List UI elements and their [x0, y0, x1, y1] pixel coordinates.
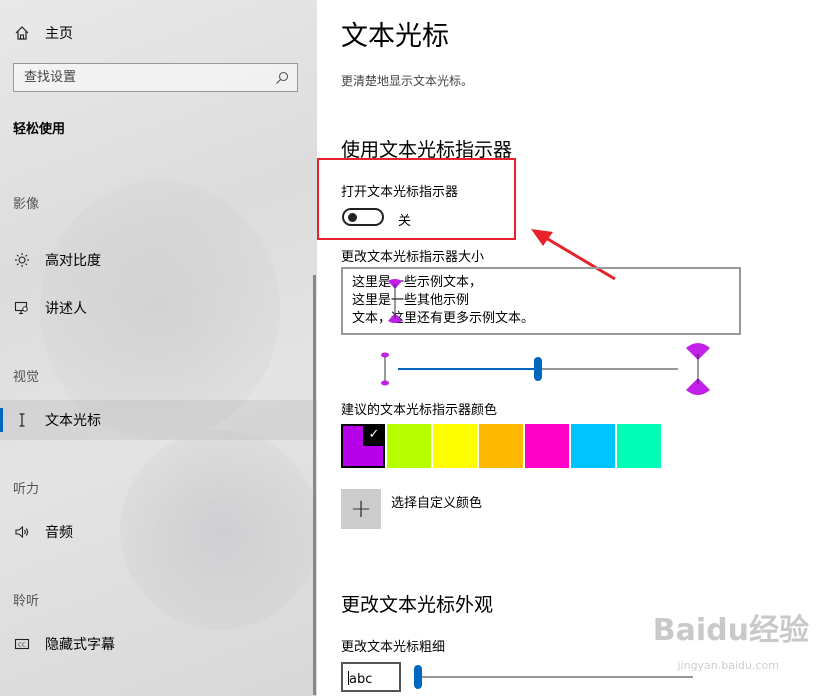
- section-label-hearing: 听力: [13, 482, 40, 497]
- thickness-preview-text: abc: [349, 672, 373, 687]
- section-title-appearance: 更改文本光标外观: [341, 594, 494, 616]
- section-label-interaction: 聆听: [13, 594, 40, 609]
- sidebar-item-label: 文本光标: [45, 413, 101, 429]
- sidebar-item-high-contrast[interactable]: 高对比度: [0, 240, 317, 280]
- colors-label: 建议的文本光标指示器颜色: [341, 403, 498, 418]
- add-custom-color-button[interactable]: +: [341, 489, 381, 529]
- thickness-preview-box: abc: [341, 662, 401, 692]
- thickness-slider-track[interactable]: [418, 676, 693, 678]
- nav-home-label: 主页: [45, 26, 73, 42]
- sidebar-item-label: 音频: [45, 525, 73, 541]
- size-slider-thumb[interactable]: [534, 357, 542, 381]
- thickness-label: 更改文本光标粗细: [341, 640, 446, 655]
- section-label-vision: 视觉: [13, 370, 40, 385]
- preview-line: 文本，这里还有更多示例文本。: [352, 311, 535, 326]
- sidebar-item-label: 讲述人: [45, 301, 87, 317]
- sidebar-item-label: 高对比度: [45, 253, 101, 269]
- size-label: 更改文本光标指示器大小: [341, 250, 485, 265]
- sidebar: 主页 轻松使用 影像 高对比度 讲述人 视觉 文本光标 听力 音频 聆听: [0, 0, 320, 696]
- color-swatch[interactable]: [617, 424, 661, 468]
- color-swatch[interactable]: [387, 424, 431, 468]
- small-indicator-icon: [381, 352, 389, 386]
- category-title: 轻松使用: [13, 122, 66, 137]
- preview-line: 这里是一些示例文本，: [352, 275, 483, 290]
- home-icon: [12, 25, 32, 41]
- watermark-logo: Baidu经验: [652, 613, 809, 648]
- sidebar-scrollbar[interactable]: [313, 275, 316, 695]
- preview-line: 这里是一些其他示例: [352, 293, 470, 308]
- color-swatch[interactable]: [433, 424, 477, 468]
- color-swatch[interactable]: ✓: [341, 424, 385, 468]
- search-input[interactable]: [14, 69, 266, 86]
- narrator-icon: [12, 300, 32, 316]
- nav-home[interactable]: 主页: [0, 13, 317, 53]
- section-label-vision: 影像: [13, 197, 40, 212]
- main-content: 文本光标 更清楚地显示文本光标。 使用文本光标指示器 打开文本光标指示器 关 更…: [317, 0, 823, 696]
- color-swatch[interactable]: [479, 424, 523, 468]
- thickness-slider-thumb[interactable]: [414, 665, 422, 689]
- sidebar-item-captions[interactable]: CC 隐藏式字幕: [0, 624, 317, 664]
- toggle-knob: [348, 213, 357, 222]
- brightness-icon: [12, 252, 32, 268]
- color-swatch[interactable]: [525, 424, 569, 468]
- watermark-url: jingyan.baidu.com: [677, 659, 779, 672]
- svg-text:CC: CC: [18, 643, 26, 649]
- checkmark-icon: ✓: [363, 424, 385, 446]
- search-box[interactable]: [13, 63, 298, 92]
- indicator-toggle-state: 关: [398, 214, 412, 229]
- page-description: 更清楚地显示文本光标。: [341, 74, 474, 88]
- custom-color-label[interactable]: 选择自定义颜色: [391, 492, 482, 511]
- preview-cursor-indicator: [388, 279, 402, 323]
- large-indicator-icon: [686, 343, 710, 395]
- sidebar-item-narrator[interactable]: 讲述人: [0, 288, 317, 328]
- indicator-toggle-label: 打开文本光标指示器: [341, 185, 459, 200]
- color-swatch[interactable]: [571, 424, 615, 468]
- sidebar-item-text-cursor[interactable]: 文本光标: [0, 400, 317, 440]
- size-slider-track[interactable]: [538, 368, 678, 370]
- page-title: 文本光标: [341, 21, 449, 52]
- speaker-icon: [12, 524, 32, 540]
- text-cursor-icon: [12, 412, 32, 428]
- sidebar-item-audio[interactable]: 音频: [0, 512, 317, 552]
- indicator-toggle[interactable]: [342, 208, 384, 226]
- sidebar-item-label: 隐藏式字幕: [45, 637, 115, 653]
- search-icon[interactable]: [275, 70, 289, 89]
- captions-icon: CC: [12, 636, 32, 652]
- size-slider-fill: [398, 368, 538, 370]
- plus-icon: +: [350, 494, 372, 524]
